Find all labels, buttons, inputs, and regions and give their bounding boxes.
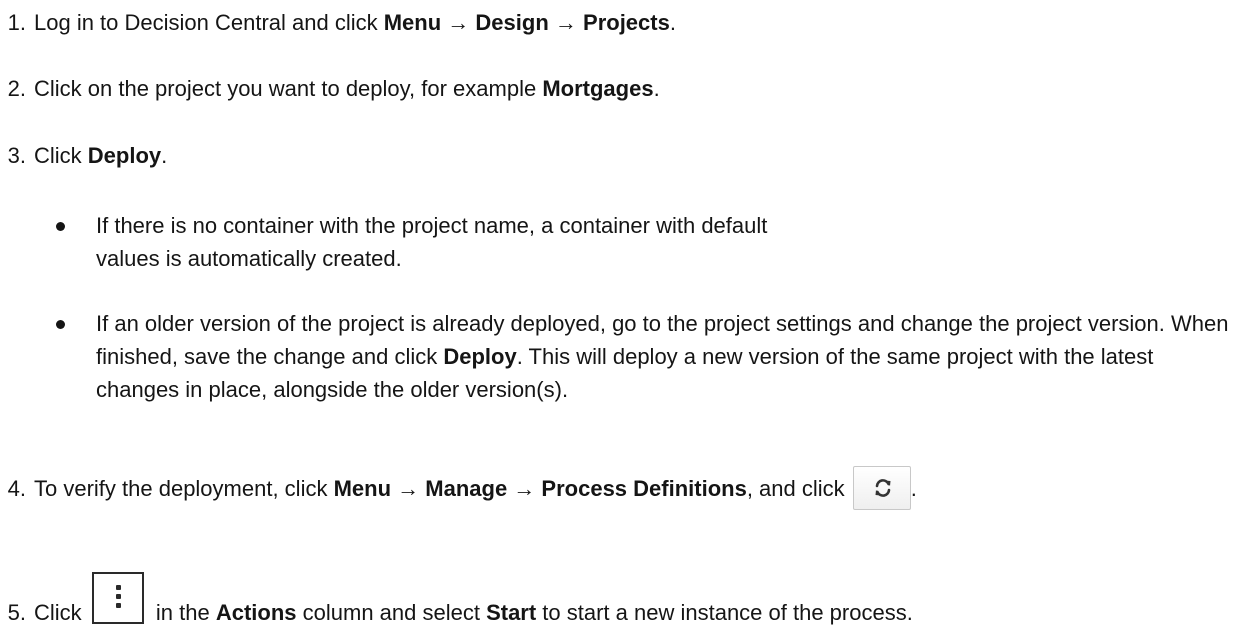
mortgages-label: Mortgages [542,76,654,101]
bullet-dot [56,320,65,329]
kebab-button[interactable] [91,572,144,624]
deploy-label: Deploy [443,344,517,369]
step-5: 5. Click in the Actions column and select… [0,572,913,629]
start-label: Start [486,600,537,625]
refresh-icon [875,479,891,497]
process-definitions-label: Process Definitions [541,476,747,501]
step-4: 4. To verify the deployment, click Menu →… [0,466,917,510]
step-number: 5. [7,600,26,625]
deploy-label: Deploy [87,143,162,168]
design-label: Design [475,10,549,35]
bullet-dot [56,222,65,231]
step-1: 1. Log in to Decision Central and click M… [0,6,676,39]
step-number: 3. [7,143,26,168]
refresh-button[interactable] [852,466,911,510]
step-number: 1. [7,10,26,35]
step-2: 2. Click on the project you want to deplo… [0,72,660,105]
bullet-item: If an older version of the project is al… [56,307,1236,406]
projects-label: Projects [583,10,670,35]
step-3: 3. Click Deploy. [0,139,168,172]
bullet-item: If there is no container with the projec… [56,209,796,275]
actions-label: Actions [215,600,297,625]
menu-label: Menu [383,10,442,35]
step-number: 2. [7,76,26,101]
step-number: 4. [7,476,26,501]
menu-label: Menu [333,476,392,501]
manage-label: Manage [425,476,508,501]
